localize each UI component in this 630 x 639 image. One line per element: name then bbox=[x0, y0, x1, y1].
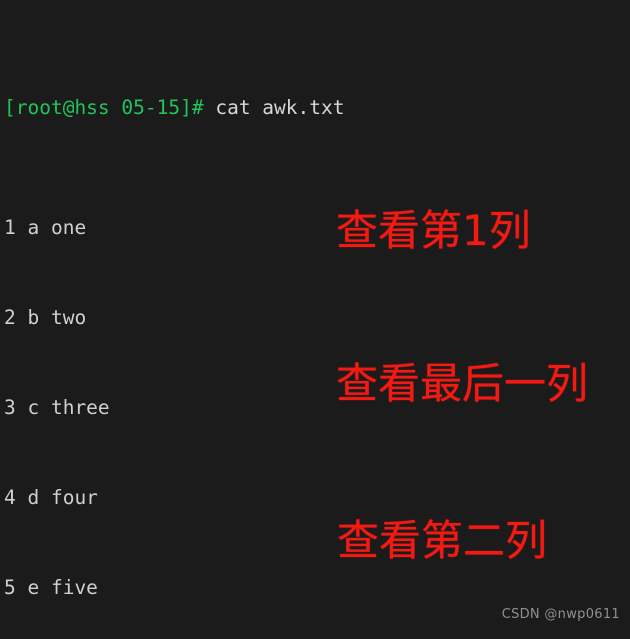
annotation-column-1: 查看第1列 bbox=[336, 206, 531, 255]
terminal-line-output: 5 e five bbox=[4, 576, 98, 599]
terminal-window[interactable]: [root@hss 05-15]# cat awk.txt 1 a one 2 … bbox=[0, 0, 630, 639]
annotation-column-2: 查看第二列 bbox=[337, 516, 548, 565]
watermark: CSDN @nwp0611 bbox=[501, 607, 620, 622]
terminal-line-output: 2 b two bbox=[4, 306, 87, 329]
shell-prompt: [root@hss 05-15]# bbox=[4, 96, 204, 119]
terminal-line-command: [root@hss 05-15]# cat awk.txt bbox=[4, 93, 630, 123]
terminal-line-output: 1 a one bbox=[4, 216, 87, 239]
command-text: cat awk.txt bbox=[203, 96, 345, 119]
annotation-last-column: 查看最后一列 bbox=[336, 359, 589, 408]
terminal-line-output: 4 d four bbox=[4, 486, 98, 509]
